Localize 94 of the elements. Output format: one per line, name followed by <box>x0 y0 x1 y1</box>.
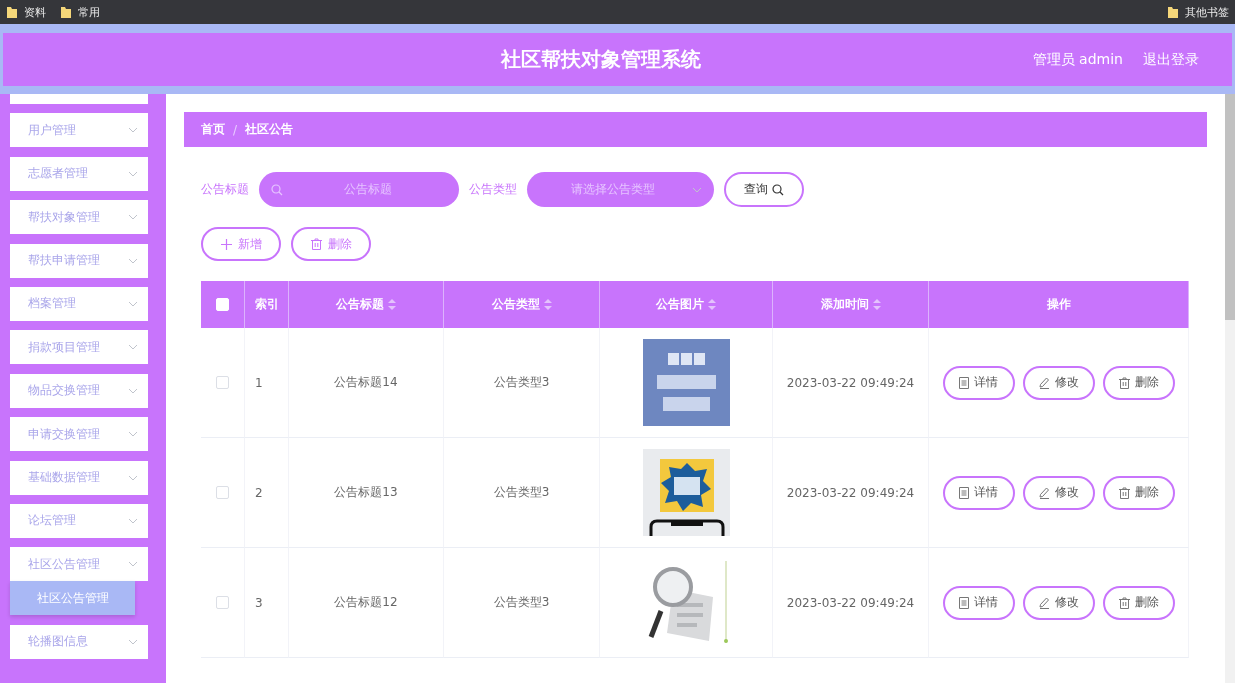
detail-button[interactable]: 详情 <box>942 585 1015 620</box>
chevron-down-icon <box>128 387 138 394</box>
table-cell: 公告标题13 <box>289 438 444 548</box>
type-select[interactable]: 请选择公告类型 <box>527 172 714 207</box>
menu-item[interactable]: 用户管理 <box>10 113 148 148</box>
chevron-down-icon <box>128 257 138 264</box>
column-header: 索引 <box>245 281 289 328</box>
sort-icon <box>388 299 396 310</box>
checkbox[interactable] <box>216 376 229 389</box>
folder-icon <box>60 5 72 19</box>
menu-item[interactable] <box>10 94 148 104</box>
trash-icon <box>1118 486 1130 499</box>
bookmark[interactable]: 常用 <box>78 4 100 20</box>
chevron-down-icon <box>692 186 702 193</box>
breadcrumb-link[interactable]: 社区公告 <box>245 121 294 138</box>
checkbox[interactable] <box>216 596 229 609</box>
search-icon <box>772 183 784 196</box>
chevron-down-icon <box>128 127 138 134</box>
trash-icon <box>1118 596 1130 609</box>
menu-item[interactable]: 志愿者管理 <box>10 156 148 191</box>
document-icon <box>959 486 969 499</box>
sort-icon <box>708 299 716 310</box>
edit-button[interactable]: 修改 <box>1022 365 1095 400</box>
delete-button[interactable]: 删除 <box>1102 585 1175 620</box>
document-icon <box>959 376 969 389</box>
table-cell: 2023-03-22 09:49:24 <box>773 548 929 658</box>
chevron-down-icon <box>128 170 138 177</box>
add-button[interactable]: 新增 <box>201 227 281 261</box>
bookmark[interactable]: 其他书签 <box>1185 4 1229 20</box>
scrollbar[interactable] <box>1225 94 1235 683</box>
chevron-down-icon <box>128 474 138 481</box>
column-header[interactable]: 公告图片 <box>600 281 773 328</box>
menu-item[interactable]: 论坛管理 <box>10 503 148 538</box>
user-label: 管理员 admin <box>1032 50 1123 69</box>
menu-item[interactable]: 基础数据管理 <box>10 460 148 495</box>
trash-icon <box>310 238 322 250</box>
trash-icon <box>1118 376 1130 389</box>
menu-item[interactable]: 捐款项目管理 <box>10 330 148 365</box>
table-cell: 1 <box>245 328 289 438</box>
chevron-down-icon <box>128 638 138 645</box>
plus-icon <box>220 238 232 250</box>
menu-item[interactable]: 轮播图信息 <box>10 624 148 659</box>
table-cell: 公告类型3 <box>444 548 600 658</box>
search-icon <box>271 183 283 196</box>
chevron-down-icon <box>128 517 138 524</box>
chevron-down-icon <box>128 300 138 307</box>
app-title: 社区帮扶对象管理系统 <box>501 46 701 73</box>
column-header[interactable]: 公告类型 <box>444 281 600 328</box>
chevron-down-icon <box>128 431 138 438</box>
table-cell: 2 <box>245 438 289 548</box>
folder-icon <box>6 5 18 19</box>
chevron-down-icon <box>128 344 138 351</box>
edit-button[interactable]: 修改 <box>1022 585 1095 620</box>
folder-icon <box>1167 5 1179 19</box>
sort-icon <box>543 299 552 310</box>
menu-item[interactable]: 社区公告管理 <box>10 547 148 582</box>
logout-link[interactable]: 退出登录 <box>1143 50 1199 69</box>
chevron-down-icon <box>128 214 138 221</box>
table-cell: 公告类型3 <box>444 328 600 438</box>
detail-button[interactable]: 详情 <box>942 365 1015 400</box>
field-label: 公告标题 <box>201 181 249 198</box>
submenu-item[interactable]: 社区公告管理 <box>10 581 135 616</box>
table-cell: 3 <box>245 548 289 658</box>
checkbox[interactable] <box>216 486 229 499</box>
delete-button[interactable]: 删除 <box>291 227 371 261</box>
menu-item[interactable]: 帮扶对象管理 <box>10 200 148 235</box>
chevron-down-icon <box>128 561 138 568</box>
breadcrumb-separator: / <box>233 122 238 137</box>
column-header[interactable]: 添加时间 <box>773 281 929 328</box>
menu-item[interactable]: 物品交换管理 <box>10 373 148 408</box>
detail-button[interactable]: 详情 <box>942 475 1015 510</box>
search-field[interactable]: 公告标题 <box>259 172 459 207</box>
field-label: 公告类型 <box>469 181 517 198</box>
table-cell: 公告类型3 <box>444 438 600 548</box>
document-icon <box>959 596 969 609</box>
bookmark[interactable]: 资料 <box>24 4 46 20</box>
delete-button[interactable]: 删除 <box>1102 365 1175 400</box>
pencil-icon <box>1038 486 1050 499</box>
table-cell: 2023-03-22 09:49:24 <box>773 328 929 438</box>
pencil-icon <box>1038 596 1050 609</box>
column-header[interactable]: 公告标题 <box>289 281 444 328</box>
breadcrumb-link[interactable]: 首页 <box>201 121 225 138</box>
table-cell: 公告标题14 <box>289 328 444 438</box>
table-cell: 2023-03-22 09:49:24 <box>773 438 929 548</box>
sort-icon <box>872 299 881 310</box>
menu-item[interactable]: 帮扶申请管理 <box>10 243 148 278</box>
edit-button[interactable]: 修改 <box>1022 475 1095 510</box>
delete-button[interactable]: 删除 <box>1102 475 1175 510</box>
menu-item[interactable]: 档案管理 <box>10 286 148 321</box>
pencil-icon <box>1038 376 1050 389</box>
menu-item[interactable]: 申请交换管理 <box>10 417 148 452</box>
table-cell: 公告标题12 <box>289 548 444 658</box>
query-button[interactable]: 查询 <box>724 172 804 207</box>
column-header: 操作 <box>929 281 1189 328</box>
